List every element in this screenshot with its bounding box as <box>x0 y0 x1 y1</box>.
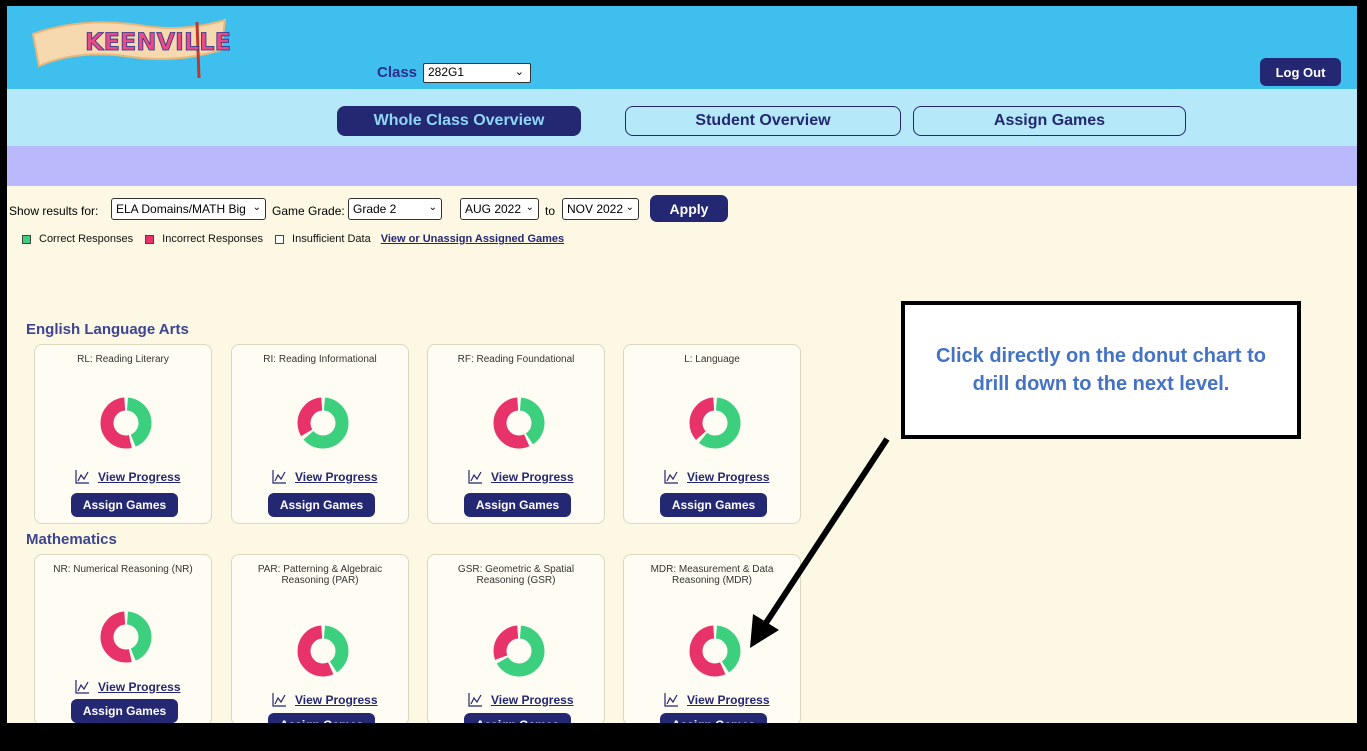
from-date-value: AUG 2022 <box>465 202 522 216</box>
card-ela-l: L: Language View Progress Assign Games <box>623 344 801 524</box>
view-progress-link[interactable]: View Progress <box>75 469 181 484</box>
show-results-label: Show results for: <box>9 204 99 218</box>
card-title: RF: Reading Foundational <box>457 354 575 365</box>
section-title-ela: English Language Arts <box>26 321 189 338</box>
game-grade-value: Grade 2 <box>353 202 397 216</box>
line-chart-icon <box>468 693 482 707</box>
view-progress-label: View Progress <box>491 469 574 484</box>
app-window: KEENVILLE Class 282G1 ⌄ Log Out Whole Cl… <box>7 6 1357 723</box>
view-progress-label: View Progress <box>295 692 378 707</box>
view-progress-link[interactable]: View Progress <box>272 469 378 484</box>
nav-bar: Whole Class Overview Student Overview As… <box>7 89 1357 146</box>
card-ela-rl: RL: Reading Literary View Progress Assig… <box>34 344 212 524</box>
view-progress-label: View Progress <box>295 469 378 484</box>
view-progress-label: View Progress <box>687 692 770 707</box>
insufficient-swatch <box>275 234 285 244</box>
view-progress-link[interactable]: View Progress <box>468 692 574 707</box>
tab-whole-class-overview[interactable]: Whole Class Overview <box>337 106 581 136</box>
game-grade-select[interactable]: Grade 2 ⌄ <box>348 198 442 220</box>
banner-bar <box>7 146 1357 186</box>
view-progress-link[interactable]: View Progress <box>468 469 574 484</box>
show-results-value: ELA Domains/MATH Big <box>116 202 246 216</box>
view-progress-label: View Progress <box>98 469 181 484</box>
tab-student-overview[interactable]: Student Overview <box>625 106 901 136</box>
card-ela-ri: RI: Reading Informational View Progress … <box>231 344 409 524</box>
card-math-par: PAR: Patterning & Algebraic Reasoning (P… <box>231 554 409 723</box>
donut-chart[interactable] <box>493 397 545 449</box>
legend-correct: Correct Responses <box>39 233 134 245</box>
legend-insufficient: Insufficient Data <box>292 233 371 245</box>
card-ela-rf: RF: Reading Foundational View Progress A… <box>427 344 605 524</box>
card-title: L: Language <box>684 354 740 365</box>
callout-box: Click directly on the donut chart to dri… <box>901 301 1301 439</box>
legend-incorrect: Incorrect Responses <box>162 233 264 245</box>
donut-chart[interactable] <box>689 397 741 449</box>
card-title: RI: Reading Informational <box>263 354 377 365</box>
chevron-down-icon: ⌄ <box>428 202 437 213</box>
class-select[interactable]: 282G1 ⌄ <box>423 63 531 83</box>
view-progress-label: View Progress <box>687 469 770 484</box>
line-chart-icon <box>272 693 286 707</box>
to-label: to <box>545 204 556 218</box>
show-results-select[interactable]: ELA Domains/MATH Big ⌄ <box>111 198 266 220</box>
card-title: RL: Reading Literary <box>77 354 169 365</box>
section-title-math: Mathematics <box>26 531 117 548</box>
line-chart-icon <box>75 470 89 484</box>
to-date-value: NOV 2022 <box>567 202 624 216</box>
game-grade-label: Game Grade: <box>272 204 345 218</box>
chevron-down-icon: ⌄ <box>625 202 634 213</box>
logout-button[interactable]: Log Out <box>1260 58 1341 86</box>
class-select-value: 282G1 <box>428 65 465 79</box>
keenville-logo[interactable]: KEENVILLE <box>25 16 235 80</box>
line-chart-icon <box>75 680 89 694</box>
view-progress-link[interactable]: View Progress <box>272 692 378 707</box>
line-chart-icon <box>272 470 286 484</box>
donut-chart[interactable] <box>689 625 741 677</box>
card-title: MDR: Measurement & Data Reasoning (MDR) <box>650 564 774 586</box>
to-date-select[interactable]: NOV 2022 ⌄ <box>562 198 639 220</box>
view-progress-link[interactable]: View Progress <box>664 692 770 707</box>
donut-chart[interactable] <box>100 611 152 663</box>
assign-games-button[interactable]: Assign Games <box>660 713 767 723</box>
assign-games-button[interactable]: Assign Games <box>71 699 178 723</box>
card-math-mdr: MDR: Measurement & Data Reasoning (MDR) … <box>623 554 801 723</box>
view-progress-link[interactable]: View Progress <box>75 679 181 694</box>
card-title: GSR: Geometric & Spatial Reasoning (GSR) <box>457 564 575 586</box>
correct-swatch <box>22 234 31 244</box>
line-chart-icon <box>468 470 482 484</box>
line-chart-icon <box>664 693 678 707</box>
card-title: NR: Numerical Reasoning (NR) <box>53 564 193 575</box>
donut-chart[interactable] <box>100 397 152 449</box>
card-math-nr: NR: Numerical Reasoning (NR) View Progre… <box>34 554 212 723</box>
assign-games-button[interactable]: Assign Games <box>464 493 571 517</box>
incorrect-swatch <box>145 234 155 244</box>
assign-games-button[interactable]: Assign Games <box>464 713 571 723</box>
tab-assign-games[interactable]: Assign Games <box>913 106 1186 136</box>
svg-text:KEENVILLE: KEENVILLE <box>85 28 231 56</box>
assign-games-button[interactable]: Assign Games <box>660 493 767 517</box>
legend: Correct Responses Incorrect Responses In… <box>22 233 564 245</box>
card-title: PAR: Patterning & Algebraic Reasoning (P… <box>257 564 383 586</box>
donut-chart[interactable] <box>493 625 545 677</box>
line-chart-icon <box>664 470 678 484</box>
donut-chart[interactable] <box>297 625 349 677</box>
chevron-down-icon: ⌄ <box>514 66 524 78</box>
top-bar: KEENVILLE Class 282G1 ⌄ Log Out <box>7 6 1357 89</box>
view-progress-label: View Progress <box>98 679 181 694</box>
donut-chart[interactable] <box>297 397 349 449</box>
assign-games-button[interactable]: Assign Games <box>268 493 375 517</box>
card-math-gsr: GSR: Geometric & Spatial Reasoning (GSR)… <box>427 554 605 723</box>
callout-text: Click directly on the donut chart to dri… <box>935 345 1267 395</box>
apply-button[interactable]: Apply <box>650 195 728 222</box>
class-label: Class <box>377 64 418 81</box>
assign-games-button[interactable]: Assign Games <box>71 493 178 517</box>
assign-games-button[interactable]: Assign Games <box>268 713 375 723</box>
view-progress-link[interactable]: View Progress <box>664 469 770 484</box>
view-unassign-link[interactable]: View or Unassign Assigned Games <box>381 233 564 245</box>
chevron-down-icon: ⌄ <box>525 202 534 213</box>
chevron-down-icon: ⌄ <box>252 202 261 213</box>
from-date-select[interactable]: AUG 2022 ⌄ <box>460 198 539 220</box>
view-progress-label: View Progress <box>491 692 574 707</box>
